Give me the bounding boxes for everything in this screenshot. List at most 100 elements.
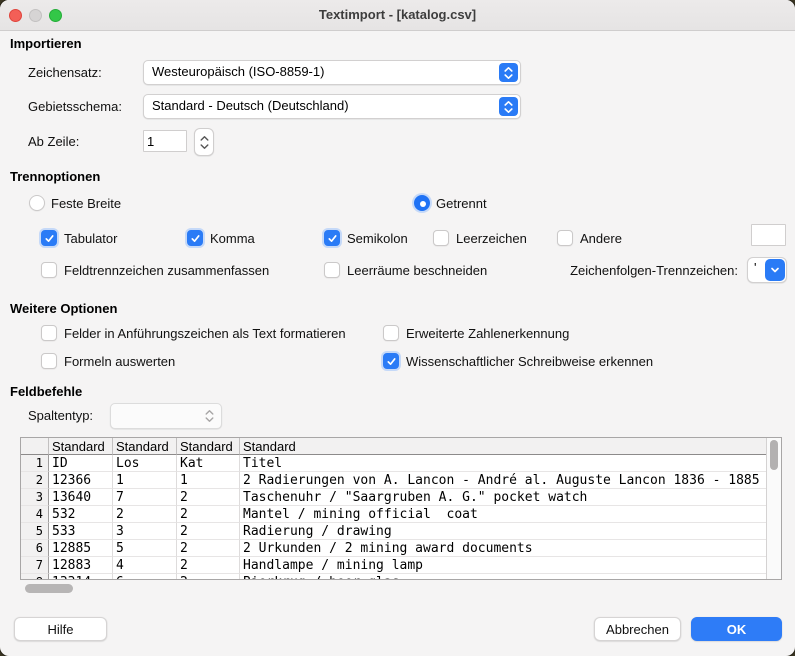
cell: 533 <box>49 523 113 540</box>
cell: 2 <box>177 489 240 506</box>
row-number: 5 <box>21 523 49 540</box>
andere-separator-input[interactable] <box>751 224 786 246</box>
check-icon <box>44 233 55 244</box>
fixed-width-label: Feste Breite <box>51 196 121 211</box>
charset-dropdown[interactable]: Westeuropäisch (ISO-8859-1) <box>143 60 521 85</box>
row-number: 8 <box>21 574 49 580</box>
ok-button[interactable]: OK <box>691 617 782 641</box>
locale-label: Gebietsschema: <box>28 99 122 114</box>
string-delimiter-combo[interactable]: ' <box>747 257 787 283</box>
evaluate-formulas-checkbox[interactable] <box>41 353 57 369</box>
separated-radio[interactable] <box>414 195 430 211</box>
andere-label: Andere <box>580 231 622 246</box>
table-row: 2 12366 1 1 2 Radierungen von A. Lancon … <box>21 472 781 489</box>
cell: Radierung / drawing <box>240 523 767 540</box>
charset-value: Westeuropäisch (ISO-8859-1) <box>152 64 324 79</box>
table-row: 8 13314 6 2 Bierkrug / beer glas <box>21 574 781 580</box>
cell: 13314 <box>49 574 113 580</box>
merge-delimiters-label: Feldtrennzeichen zusammenfassen <box>64 263 269 278</box>
section-importieren: Importieren <box>10 36 82 51</box>
locale-value: Standard - Deutsch (Deutschland) <box>152 98 349 113</box>
fixed-width-radio[interactable] <box>29 195 45 211</box>
cell: 7 <box>113 489 177 506</box>
chevron-down-icon <box>199 143 210 150</box>
chevron-up-down-icon <box>200 406 219 426</box>
title-bar: Textimport - [katalog.csv] <box>0 0 795 31</box>
cell: 12366 <box>49 472 113 489</box>
detect-numbers-checkbox[interactable] <box>383 325 399 341</box>
cell: Los <box>113 455 177 472</box>
scientific-notation-label: Wissenschaftlicher Schreibweise erkennen <box>406 354 653 369</box>
cell: ID <box>49 455 113 472</box>
trim-spaces-label: Leerräume beschneiden <box>347 263 487 278</box>
column-header[interactable]: Standard <box>113 438 177 455</box>
charset-label: Zeichensatz: <box>28 65 102 80</box>
quoted-as-text-checkbox[interactable] <box>41 325 57 341</box>
cell: 2 <box>113 506 177 523</box>
horizontal-scrollbar-thumb[interactable] <box>25 584 73 593</box>
cell: Taschenuhr / "Saargruben A. G." pocket w… <box>240 489 767 506</box>
cell: 1 <box>113 472 177 489</box>
semikolon-checkbox[interactable] <box>324 230 340 246</box>
table-header-row: Standard Standard Standard Standard <box>21 438 781 455</box>
row-number: 1 <box>21 455 49 472</box>
cell: Mantel / mining official coat <box>240 506 767 523</box>
trim-spaces-checkbox[interactable] <box>324 262 340 278</box>
cancel-button[interactable]: Abbrechen <box>594 617 681 641</box>
vertical-scrollbar[interactable] <box>766 438 781 579</box>
cell: 4 <box>113 557 177 574</box>
cell: 3 <box>113 523 177 540</box>
cell: 2 Radierungen von A. Lancon - André al. … <box>240 472 767 489</box>
cell: Bierkrug / beer glas <box>240 574 767 580</box>
from-row-input[interactable] <box>143 130 187 152</box>
merge-delimiters-checkbox[interactable] <box>41 262 57 278</box>
cell: Titel <box>240 455 767 472</box>
section-trennoptionen: Trennoptionen <box>10 169 100 184</box>
cell: 2 <box>177 523 240 540</box>
cell: 5 <box>113 540 177 557</box>
table-row: 6 12885 5 2 2 Urkunden / 2 mining award … <box>21 540 781 557</box>
from-row-label: Ab Zeile: <box>28 134 79 149</box>
column-header[interactable]: Standard <box>177 438 240 455</box>
header-corner-cell <box>21 438 49 455</box>
cell: 2 Urkunden / 2 mining award documents <box>240 540 767 557</box>
row-number: 6 <box>21 540 49 557</box>
column-header[interactable]: Standard <box>49 438 113 455</box>
cell: 12885 <box>49 540 113 557</box>
cell: 2 <box>177 557 240 574</box>
horizontal-scrollbar[interactable] <box>20 582 782 594</box>
check-icon <box>386 356 397 367</box>
andere-checkbox[interactable] <box>557 230 573 246</box>
tabulator-label: Tabulator <box>64 231 117 246</box>
komma-label: Komma <box>210 231 255 246</box>
tabulator-checkbox[interactable] <box>41 230 57 246</box>
section-feldbefehle: Feldbefehle <box>10 384 82 399</box>
column-type-dropdown[interactable] <box>110 403 222 429</box>
table-row: 7 12883 4 2 Handlampe / mining lamp <box>21 557 781 574</box>
help-button[interactable]: Hilfe <box>14 617 107 641</box>
locale-dropdown[interactable]: Standard - Deutsch (Deutschland) <box>143 94 521 119</box>
detect-numbers-label: Erweiterte Zahlenerkennung <box>406 326 569 341</box>
section-weitere-optionen: Weitere Optionen <box>10 301 117 316</box>
row-number: 4 <box>21 506 49 523</box>
leerzeichen-checkbox[interactable] <box>433 230 449 246</box>
table-row: 5 533 3 2 Radierung / drawing <box>21 523 781 540</box>
scientific-notation-checkbox[interactable] <box>383 353 399 369</box>
preview-table[interactable]: Standard Standard Standard Standard 1 ID… <box>20 437 782 580</box>
cell: 2 <box>177 506 240 523</box>
cell: 532 <box>49 506 113 523</box>
cell: 2 <box>177 540 240 557</box>
cell: 1 <box>177 472 240 489</box>
column-header[interactable]: Standard <box>240 438 767 455</box>
string-delimiter-label: Zeichenfolgen-Trennzeichen: <box>540 263 738 278</box>
column-type-label: Spaltentyp: <box>28 408 93 423</box>
chevron-down-icon <box>765 259 785 281</box>
semikolon-label: Semikolon <box>347 231 408 246</box>
cell: Kat <box>177 455 240 472</box>
cell: 2 <box>177 574 240 580</box>
table-row: 1 ID Los Kat Titel <box>21 455 781 472</box>
window-title: Textimport - [katalog.csv] <box>0 7 795 22</box>
komma-checkbox[interactable] <box>187 230 203 246</box>
from-row-stepper[interactable] <box>194 128 214 156</box>
vertical-scrollbar-thumb[interactable] <box>770 440 778 470</box>
